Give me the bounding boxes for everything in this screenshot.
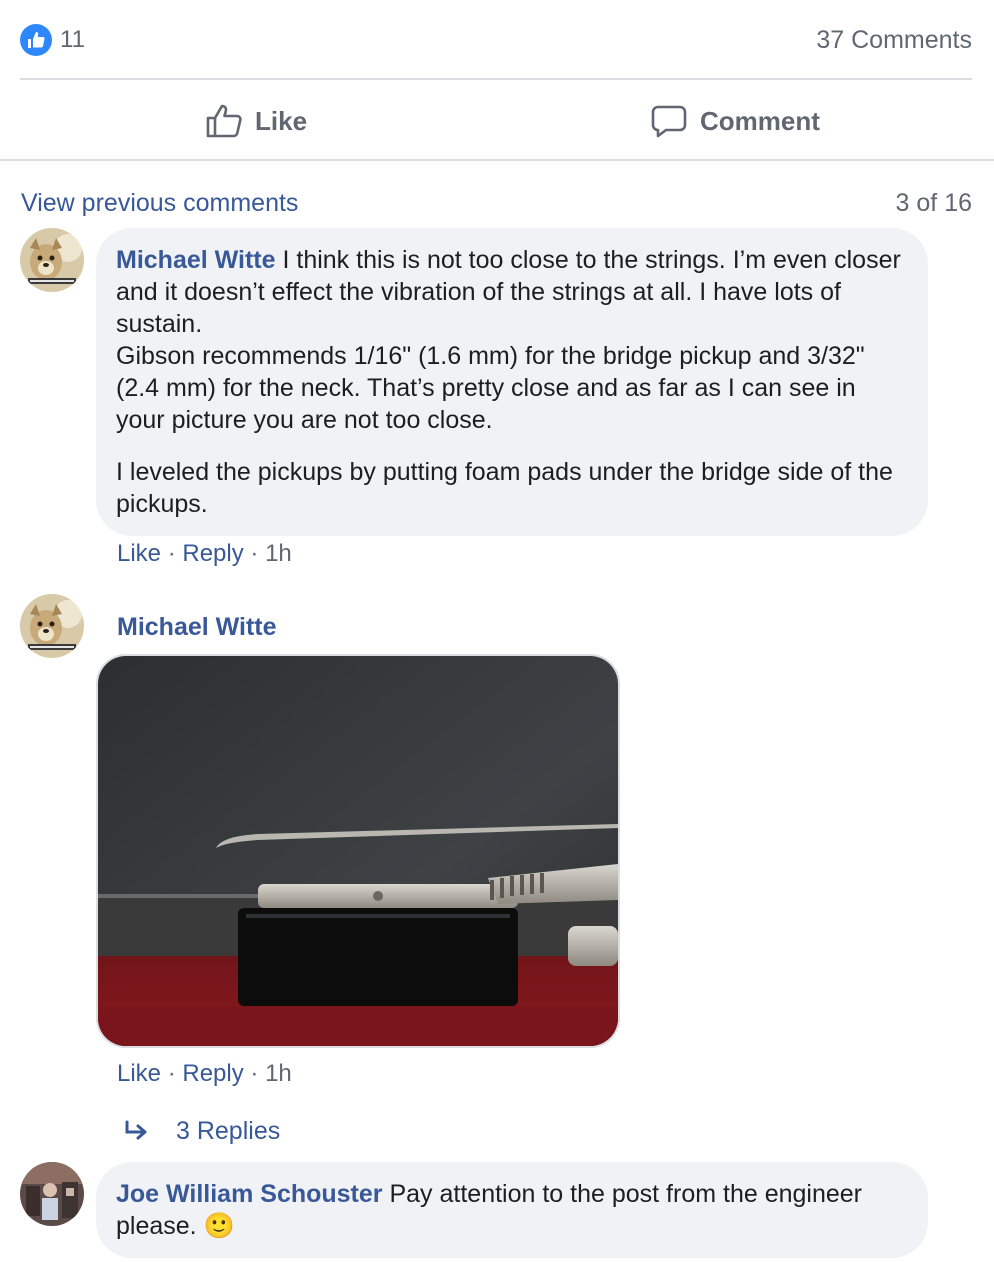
- thumbs-up-icon: [28, 32, 45, 48]
- like-count[interactable]: 11: [60, 24, 85, 56]
- like-button-label: Like: [255, 105, 308, 136]
- comment-actions: Like · Reply · 1h: [117, 538, 292, 570]
- comment-author[interactable]: Michael Witte: [116, 246, 276, 274]
- person-avatar-icon: [20, 1162, 84, 1226]
- comment-author[interactable]: Joe William Schouster: [116, 1180, 383, 1208]
- comment-timestamp[interactable]: 1h: [265, 540, 292, 567]
- comment-button[interactable]: Comment: [650, 96, 820, 146]
- like-reaction-icon[interactable]: [20, 24, 52, 56]
- divider: [0, 159, 994, 161]
- smile-emoji-icon: 🙂: [203, 1212, 235, 1240]
- guitar-pickup-photo: [98, 656, 618, 1046]
- dog-avatar-icon: [20, 228, 84, 292]
- comment-text: I leveled the pickups by putting foam pa…: [116, 458, 893, 518]
- comment-photo[interactable]: [96, 654, 620, 1048]
- comment-count[interactable]: 37 Comments: [816, 24, 972, 56]
- comment-timestamp[interactable]: 1h: [265, 1060, 292, 1087]
- comment-button-label: Comment: [700, 105, 820, 136]
- replies-count-label: 3 Replies: [176, 1117, 281, 1145]
- separator-dot: ·: [250, 540, 266, 567]
- reply-arrow-icon: [125, 1120, 147, 1140]
- view-previous-comments-link[interactable]: View previous comments: [21, 186, 298, 220]
- thumbs-up-outline-icon: [206, 104, 242, 138]
- separator-dot: ·: [167, 540, 183, 567]
- comment-actions: Like · Reply · 1h: [117, 1058, 292, 1090]
- view-replies-link[interactable]: 3 Replies: [124, 1114, 280, 1148]
- comment-bubble: Michael Witte I think this is not too cl…: [96, 228, 928, 536]
- dog-avatar-icon: [20, 594, 84, 658]
- comment-bubble: Joe William Schouster Pay attention to t…: [96, 1162, 928, 1258]
- comment-text: Gibson recommends 1/16" (1.6 mm) for the…: [116, 342, 865, 434]
- divider: [20, 78, 972, 80]
- separator-dot: ·: [167, 1060, 183, 1087]
- comment-author[interactable]: Michael Witte: [117, 610, 277, 644]
- avatar[interactable]: [20, 1162, 84, 1226]
- avatar[interactable]: [20, 594, 84, 658]
- comment-page-count: 3 of 16: [895, 189, 972, 217]
- comment-like-link[interactable]: Like: [117, 1060, 161, 1087]
- comment-reply-link[interactable]: Reply: [182, 1060, 243, 1087]
- comment-reply-link[interactable]: Reply: [182, 540, 243, 567]
- like-button[interactable]: Like: [205, 96, 307, 146]
- avatar[interactable]: [20, 228, 84, 292]
- comment-like-link[interactable]: Like: [117, 540, 161, 567]
- separator-dot: ·: [250, 1060, 266, 1087]
- comment-icon: [651, 105, 687, 138]
